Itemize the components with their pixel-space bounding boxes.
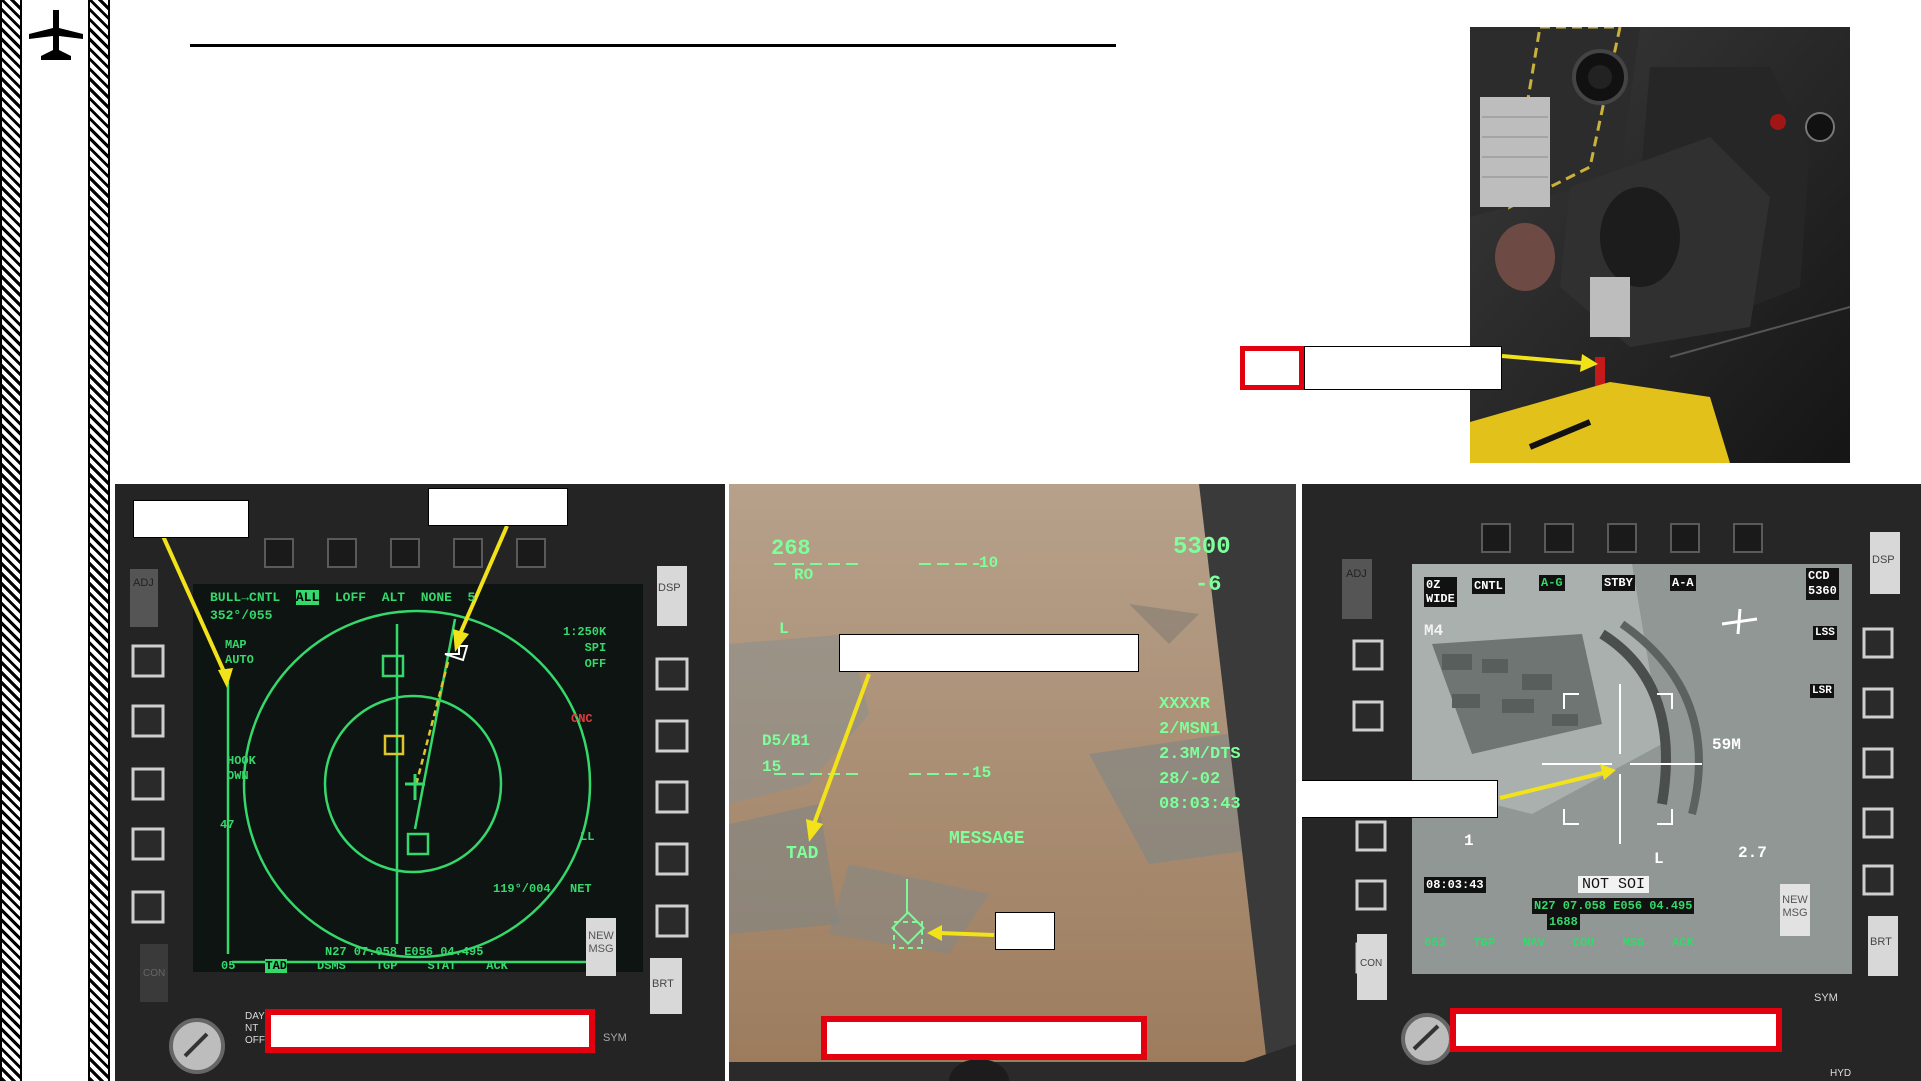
bearing-range-readout: 119°/004 <box>493 882 551 896</box>
adj-label[interactable]: ADJ <box>1346 568 1367 580</box>
left-mfcd-panel: BULL→CNTL ALL LOFF ALT NONE 5 352°/055 M… <box>115 484 725 1081</box>
new-msg-button[interactable]: NEW MSG <box>1780 884 1810 936</box>
callout-label-red <box>1240 346 1304 390</box>
con-label[interactable]: CON <box>143 968 165 979</box>
cnc-label[interactable]: CNC <box>571 712 593 726</box>
zoom-label[interactable]: 0Z WIDE <box>1424 577 1457 607</box>
dsp-label[interactable]: DSP <box>1872 554 1895 566</box>
aircraft-icon <box>29 10 83 60</box>
hud-waypoint-info: XXXXR 2/MSN1 2.3M/DTS 28/-02 08:03:43 <box>1159 695 1241 814</box>
callout-label-map-edge <box>133 500 249 538</box>
day-nt-off-knob-label[interactable]: DAY NT OFF <box>245 1011 265 1047</box>
hyd-label: HYD <box>1830 1068 1852 1079</box>
sym-label[interactable]: SYM <box>1814 992 1838 1004</box>
hud-vertical-velocity: -6 <box>1195 572 1222 597</box>
cntl-label[interactable]: CNTL <box>1472 578 1505 594</box>
hud-message-cue: MESSAGE <box>949 829 1025 849</box>
callout-label-tgp-cursor <box>1302 780 1498 818</box>
dsp-label[interactable]: DSP <box>658 582 681 594</box>
brt-label[interactable]: BRT <box>1870 936 1892 948</box>
l-label: L <box>1654 850 1664 868</box>
cockpit-throttle-photo <box>1470 27 1850 463</box>
hud-panel-title-box <box>821 1016 1147 1060</box>
count-label: 47 <box>220 818 235 832</box>
hud-ladder-bottom: 15 <box>972 764 992 782</box>
a-g-label[interactable]: A-G <box>1539 575 1565 591</box>
slant-range-readout: 59M <box>1712 736 1741 754</box>
a-a-label[interactable]: A-A <box>1670 575 1696 591</box>
m4-label: M4 <box>1424 622 1444 640</box>
new-msg-button[interactable]: NEW MSG <box>586 918 616 976</box>
hud-panel: 268 RO 10 5300 -6 L XXXXR 2/MSN1 2.3M/DTS 2… <box>729 484 1296 1081</box>
stby-label[interactable]: STBY <box>1602 575 1635 591</box>
lsr-label[interactable]: LSR <box>1810 684 1834 698</box>
title-underline <box>190 44 1116 47</box>
sidebar <box>0 0 112 1081</box>
brt-label[interactable]: BRT <box>652 978 674 990</box>
sym-label[interactable]: SYM <box>603 1032 627 1044</box>
bottom-osb-labels: 053 TGP NAV COU MSG ACK <box>1424 936 1694 950</box>
con-label[interactable]: CON <box>1360 958 1382 969</box>
hud-heading: 268 <box>771 536 811 561</box>
left-panel-title-box <box>265 1009 595 1053</box>
one-label: 1 <box>1464 832 1474 850</box>
hatched-bar-left <box>0 0 22 1081</box>
yellow-arrow <box>1501 354 1598 372</box>
coordinates-readout: N27 07.058 E056 04.495 <box>325 945 484 959</box>
adj-label[interactable]: ADJ <box>133 577 154 589</box>
callout-label-tad-indication <box>839 634 1139 672</box>
map-auto-label[interactable]: MAP AUTO <box>225 638 254 668</box>
right-mfcd-panel: 0Z WIDE CNTL A-G STBY A-A CCD 5360 M4 LSS … <box>1302 484 1921 1081</box>
scale-spi-label[interactable]: 1:250K SPI OFF <box>563 624 606 672</box>
bull-label: BULL→CNTL ALL LOFF ALT NONE 5 <box>210 590 476 605</box>
callout-label-throttle <box>1304 346 1502 390</box>
hatched-bar-right <box>88 0 110 1081</box>
callout-label-ownship <box>428 488 568 526</box>
hud-steerpoint: D5/B1 15 <box>762 732 811 776</box>
callout-label-spi-marker <box>995 912 1055 950</box>
ccd-label[interactable]: CCD 5360 <box>1806 568 1839 600</box>
hud-altitude: 5300 <box>1173 534 1231 561</box>
hud-l: L <box>779 620 789 638</box>
right-panel-title-box <box>1450 1008 1782 1052</box>
lss-label[interactable]: LSS <box>1813 626 1837 640</box>
hud-ro: RO <box>794 566 814 584</box>
ll-label[interactable]: LL <box>580 830 594 844</box>
elevation-readout: 1688 <box>1547 914 1580 930</box>
time-readout: 08:03:43 <box>1424 877 1486 893</box>
not-soi-label: NOT SOI <box>1578 876 1650 893</box>
hook-own-label[interactable]: HOOK OWN <box>227 754 256 784</box>
net-label[interactable]: NET <box>570 882 592 896</box>
fov-readout: 2.7 <box>1738 844 1767 862</box>
coordinates-readout: N27 07.058 E056 04.495 <box>1532 898 1695 914</box>
hud-ladder-top: 10 <box>979 554 999 572</box>
hud-tad-cue: TAD <box>786 844 819 864</box>
bull-bearing: 352°/055 <box>210 608 273 623</box>
